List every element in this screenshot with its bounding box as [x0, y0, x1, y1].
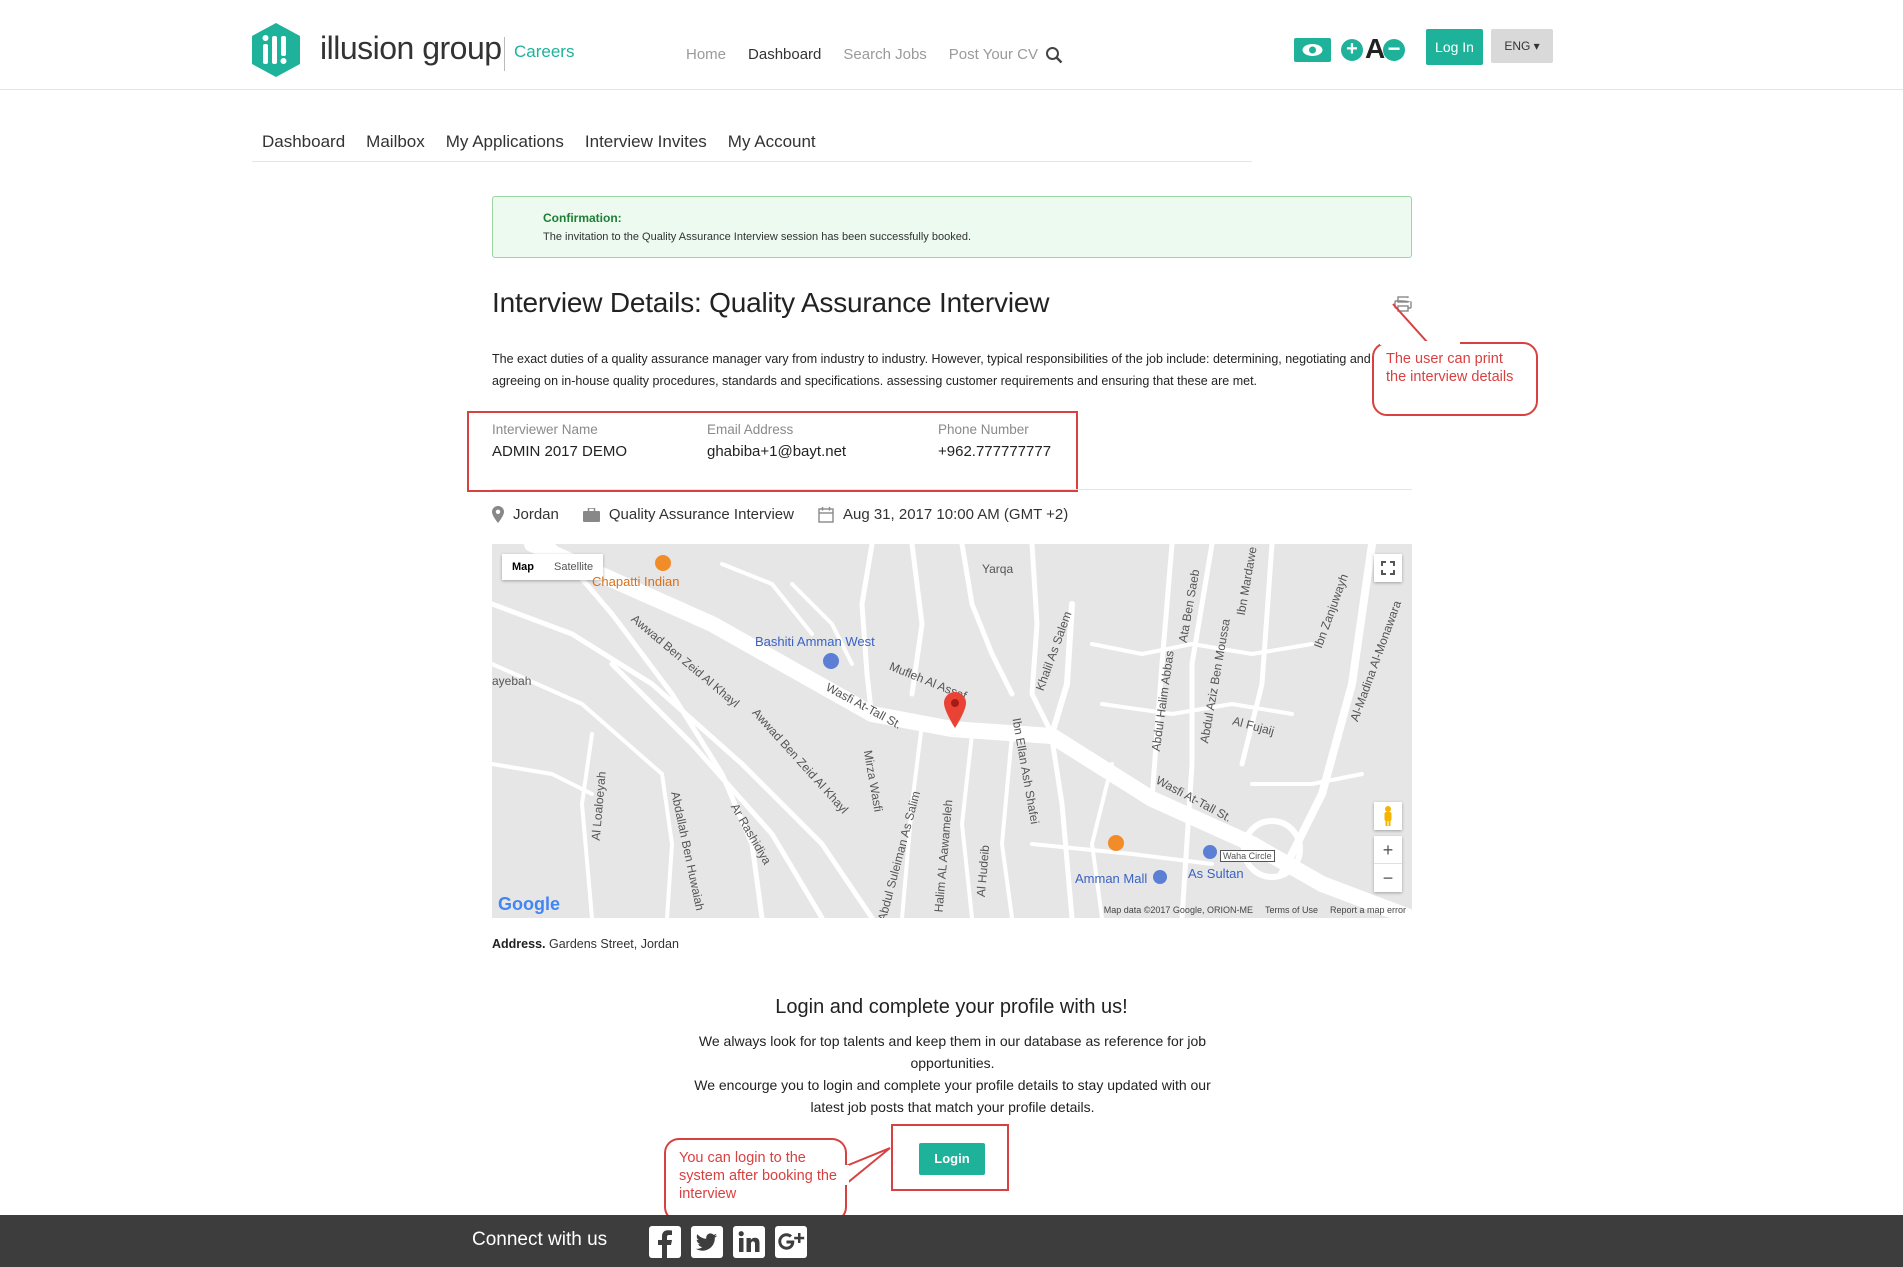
site-footer: Connect with us	[0, 1215, 1903, 1267]
facebook-icon[interactable]	[648, 1225, 682, 1259]
google-plus-icon[interactable]	[774, 1225, 808, 1259]
twitter-icon[interactable]	[690, 1225, 724, 1259]
callout-shapes	[664, 294, 1538, 1222]
print-callout-text: The user can print the interview details	[1386, 351, 1514, 385]
linkedin-icon[interactable]	[732, 1225, 766, 1259]
connect-with-us: Connect with us	[472, 1229, 608, 1250]
login-callout-text: You can login to the system after bookin…	[679, 1150, 837, 1202]
